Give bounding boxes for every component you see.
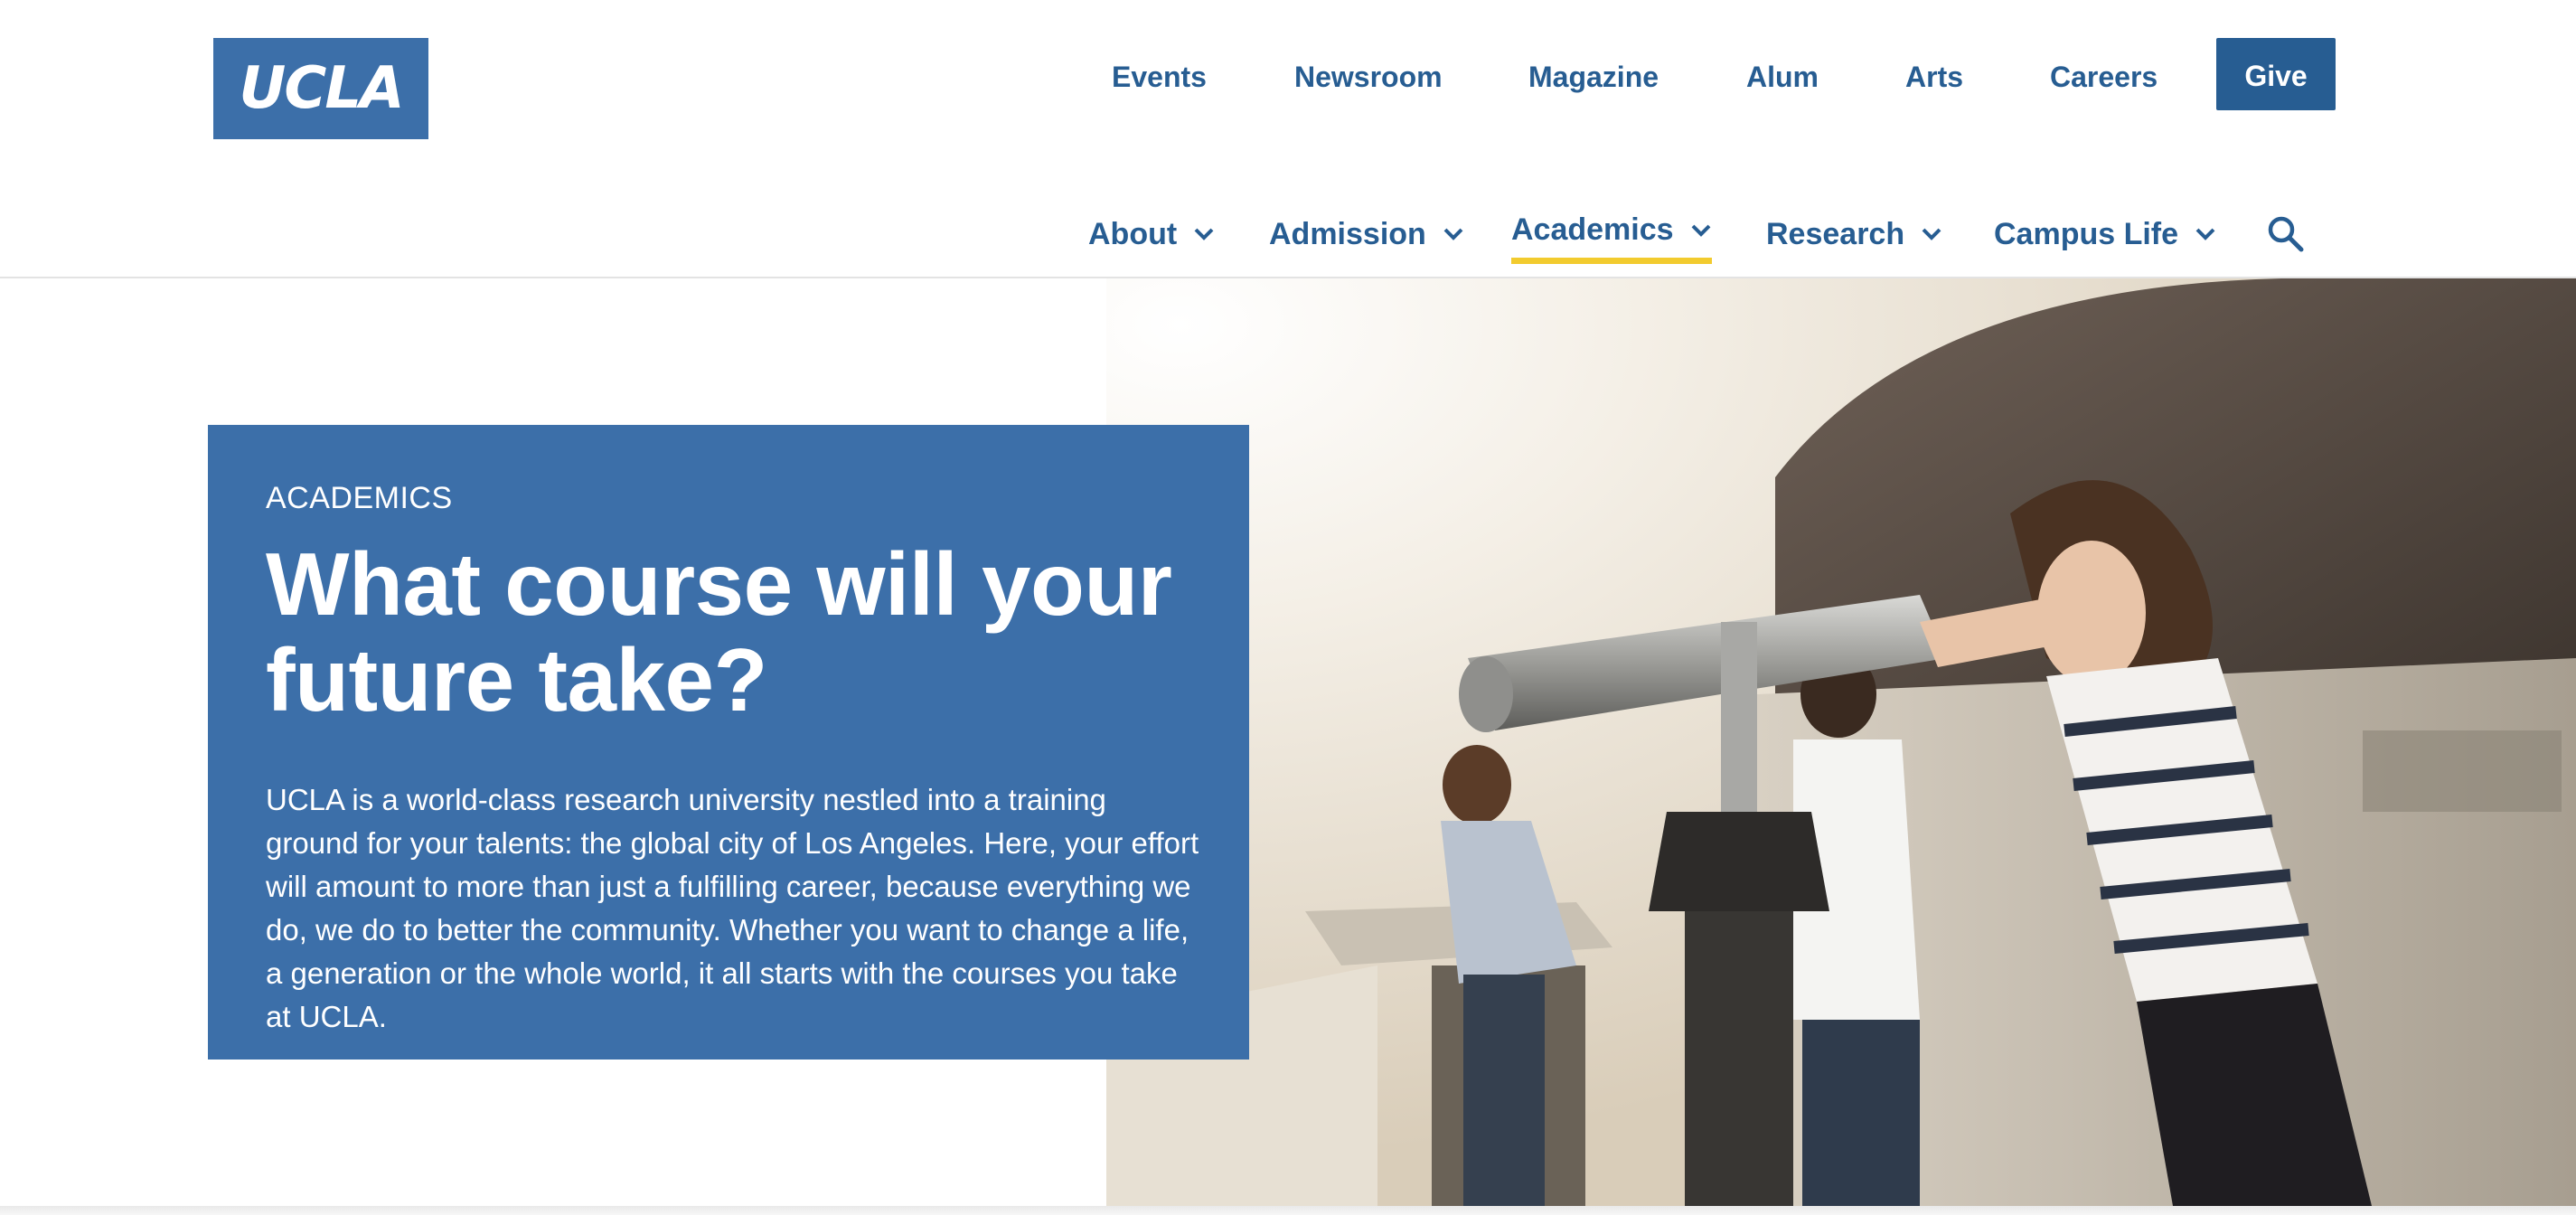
nav-item-label: Academics — [1511, 212, 1674, 247]
hero-title: What course will your future take? — [266, 536, 1191, 728]
give-button[interactable]: Give — [2216, 38, 2336, 110]
ucla-logo[interactable]: UCLA — [213, 38, 428, 139]
page-bottom-edge — [0, 1206, 2576, 1215]
hero-title-line-1: What course will your — [266, 534, 1172, 634]
hero-card: ACADEMICS What course will your future t… — [208, 425, 1249, 1060]
nav-item-label: Admission — [1269, 216, 1426, 251]
chevron-down-icon — [1194, 228, 1214, 240]
utility-nav: Events Newsroom Magazine Alum Arts Caree… — [1048, 38, 2336, 110]
hero-body: UCLA is a world-class research universit… — [266, 783, 1199, 1033]
hero-eyebrow: ACADEMICS — [266, 481, 453, 515]
main-nav: About Admission Academics Research Campu… — [1072, 202, 2337, 271]
hero-photo — [1106, 278, 2576, 1206]
nav-item-research[interactable]: Research — [1766, 202, 1942, 266]
nav-item-campus-life[interactable]: Campus Life — [1994, 202, 2216, 266]
utility-link-arts[interactable]: Arts — [1905, 38, 1963, 110]
logo-text: UCLA — [239, 55, 404, 122]
search-icon[interactable] — [2267, 215, 2305, 253]
utility-link-alum[interactable]: Alum — [1746, 38, 1819, 110]
chevron-down-icon — [2195, 228, 2215, 240]
nav-item-academics[interactable]: Academics — [1511, 202, 1712, 264]
chevron-down-icon — [1922, 228, 1941, 240]
chevron-down-icon — [1443, 228, 1463, 240]
nav-item-label: Research — [1766, 216, 1905, 251]
nav-item-label: About — [1088, 216, 1178, 251]
nav-item-label: Campus Life — [1994, 216, 2179, 251]
nav-item-admission[interactable]: Admission — [1269, 202, 1464, 266]
utility-link-careers[interactable]: Careers — [2050, 38, 2158, 110]
utility-link-events[interactable]: Events — [1112, 38, 1207, 110]
hero-title-line-2: future take? — [266, 630, 767, 730]
nav-item-about[interactable]: About — [1088, 202, 1215, 266]
utility-link-magazine[interactable]: Magazine — [1528, 38, 1659, 110]
utility-link-newsroom[interactable]: Newsroom — [1294, 38, 1443, 110]
chevron-down-icon — [1691, 224, 1710, 237]
